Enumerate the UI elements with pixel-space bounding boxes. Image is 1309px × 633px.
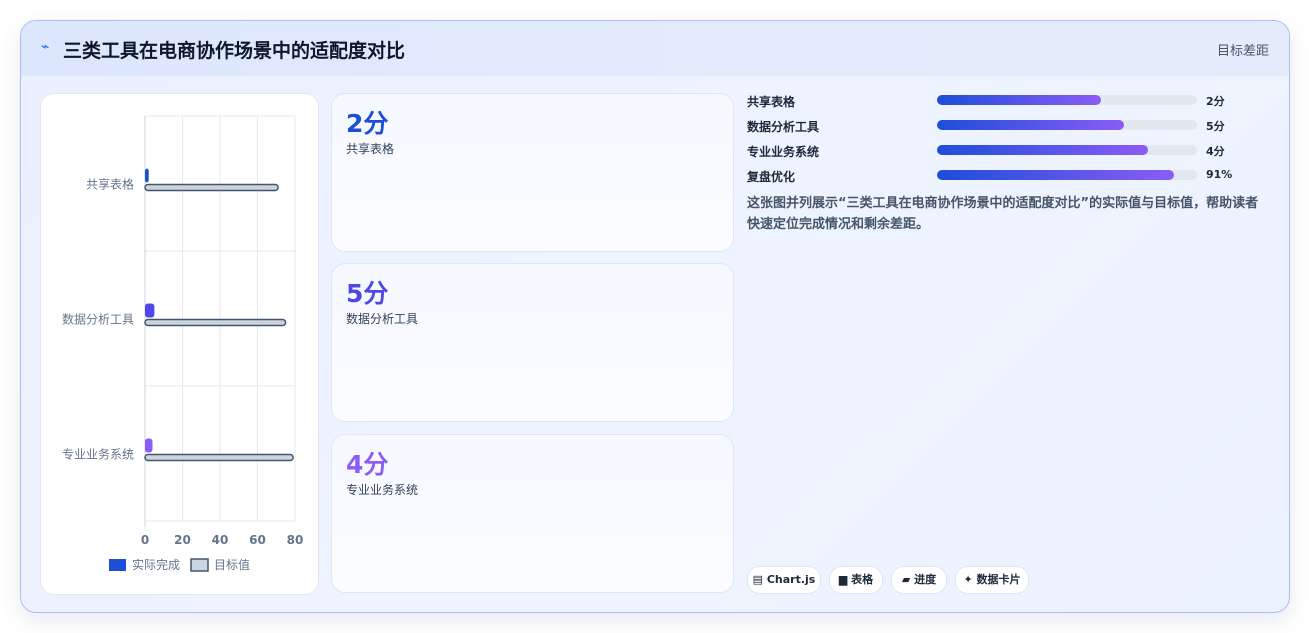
kpi-card-1: 5分 数据分析工具 — [331, 263, 734, 422]
dashboard-card: ⌁ 三类工具在电商协作场景中的适配度对比 目标差距 0 20 40 60 80 共享表格数… — [20, 20, 1290, 613]
progress-fill — [937, 170, 1174, 180]
actual-bar — [145, 438, 153, 453]
chart-description: 这张图并列展示“三类工具在电商协作场景中的适配度对比”的实际值与目标值，帮助读者… — [747, 196, 1259, 232]
progress-fill — [937, 120, 1125, 130]
tag-progress[interactable]: ▰ 进度 — [891, 566, 947, 594]
category-label: 共享表格 — [86, 177, 134, 192]
x-tick-label: 60 — [249, 533, 266, 547]
progress-row: 数据分析工具 5分 — [747, 118, 1271, 134]
x-tick-label: 80 — [287, 533, 304, 547]
header-subtitle: 目标差距 — [1216, 44, 1269, 59]
actual-bar — [145, 168, 149, 183]
card-header: ⌁ 三类工具在电商协作场景中的适配度对比 目标差距 — [21, 21, 1289, 76]
kpi-label: 共享表格 — [346, 142, 395, 156]
progress-row: 共享表格 2分 — [747, 93, 1271, 109]
kpi-value: 4分 — [346, 450, 389, 479]
progress-track — [937, 170, 1197, 180]
bar-chart: 0 20 40 60 80 共享表格数据分析工具专业业务系统实际完成 目标值 — [62, 115, 304, 572]
progress-value: 5分 — [1206, 120, 1225, 133]
progress-label: 复盘优化 — [747, 170, 796, 184]
progress-label: 数据分析工具 — [747, 120, 820, 134]
progress-fill — [937, 95, 1101, 105]
x-tick-label: 40 — [212, 533, 229, 547]
kpi-value: 2分 — [346, 109, 389, 138]
progress-label: 共享表格 — [747, 95, 796, 109]
target-bar — [144, 183, 279, 192]
tag-table[interactable]: ▆ 表格 — [829, 566, 883, 594]
legend-swatch-target — [190, 558, 209, 572]
category-label: 数据分析工具 — [62, 312, 134, 327]
progress-track — [937, 120, 1197, 130]
tag-chartjs[interactable]: ▤ Chart.js — [747, 566, 821, 594]
actual-bar — [145, 303, 155, 318]
legend-swatch-actual — [109, 559, 126, 571]
chart-panel: 0 20 40 60 80 共享表格数据分析工具 专业业务系统实际完成 目标值 — [40, 93, 319, 595]
page-title: 三类工具在电商协作场景中的适配度对比 — [63, 40, 406, 62]
kpi-card-2: 4分 专业业务系统 — [331, 434, 734, 593]
chart-line-icon: ⌁ — [41, 39, 50, 55]
progress-label: 专业业务系统 — [747, 145, 820, 159]
target-bar — [144, 318, 287, 327]
x-tick-label: 0 — [141, 533, 149, 547]
progress-row: 复盘优化 91% — [747, 168, 1271, 184]
kpi-label: 专业业务系统 — [346, 483, 419, 497]
progress-track — [937, 95, 1197, 105]
category-label: 专业业务系统 — [62, 447, 134, 462]
progress-row: 专业业务系统 4分 — [747, 143, 1271, 159]
progress-value: 4分 — [1206, 145, 1225, 158]
progress-value: 2分 — [1206, 95, 1225, 108]
legend-label-actual: 实际完成 — [132, 557, 180, 572]
kpi-card-0: 2分 共享表格 — [331, 93, 734, 252]
progress-fill — [937, 145, 1148, 155]
x-tick-label: 20 — [174, 533, 191, 547]
progress-track — [937, 145, 1197, 155]
legend-label-target: 目标值 — [214, 557, 250, 572]
kpi-label: 数据分析工具 — [346, 312, 419, 326]
target-bar — [144, 453, 294, 462]
kpi-value: 5分 — [346, 279, 389, 308]
progress-value: 91% — [1206, 168, 1233, 181]
tag-data-card[interactable]: ✦ 数据卡片 — [955, 566, 1029, 594]
